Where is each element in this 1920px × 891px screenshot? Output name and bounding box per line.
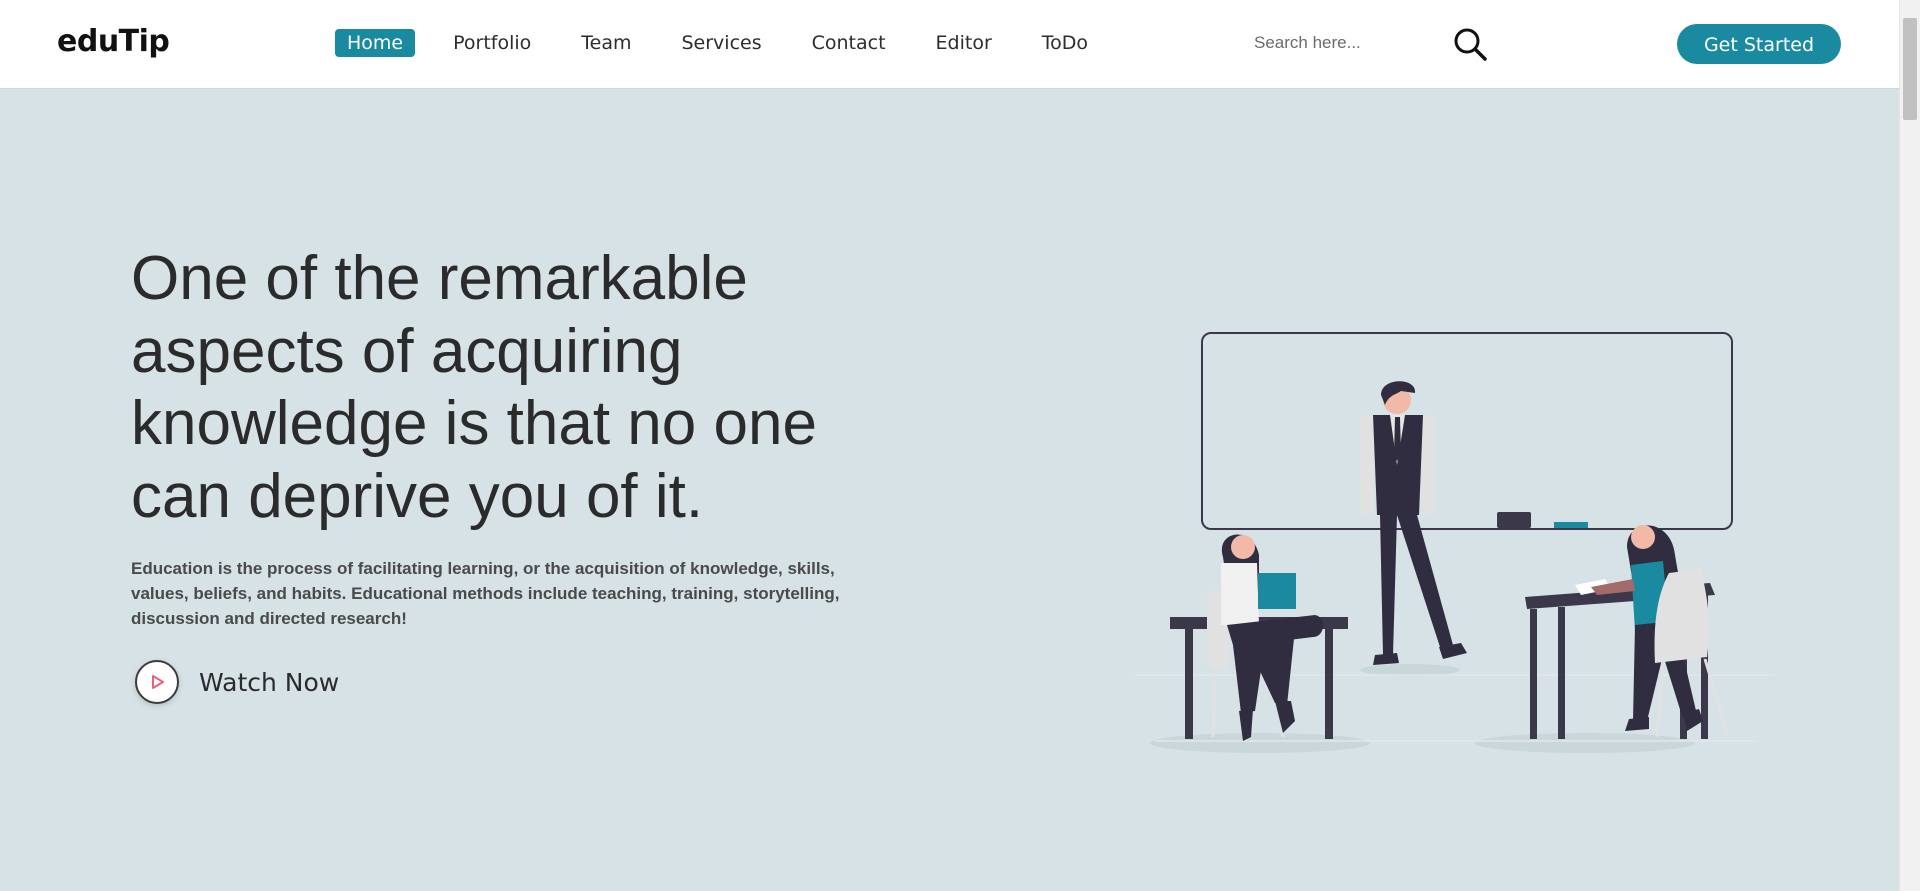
- get-started-button[interactable]: Get Started: [1677, 24, 1841, 64]
- watch-now-label: Watch Now: [199, 667, 340, 697]
- nav-item-home[interactable]: Home: [335, 29, 416, 57]
- hero-description: Education is the process of facilitating…: [131, 559, 840, 628]
- watch-now-button[interactable]: Watch Now: [135, 660, 339, 704]
- nav-item-contact[interactable]: Contact: [800, 29, 898, 57]
- main-nav: Home Portfolio Team Services Contact Edi…: [335, 29, 1126, 57]
- search-input[interactable]: [1238, 28, 1438, 58]
- site-header: eduTip Home Portfolio Team Services Cont…: [0, 0, 1899, 89]
- play-button[interactable]: [135, 660, 179, 704]
- nav-item-todo[interactable]: ToDo: [1030, 29, 1100, 57]
- play-icon: [152, 675, 164, 689]
- hero-heading: One of the remarkable aspects of acquiri…: [131, 244, 817, 531]
- site-logo[interactable]: eduTip: [57, 24, 170, 59]
- nav-item-services[interactable]: Services: [670, 29, 774, 57]
- page-scrollbar[interactable]: [1899, 0, 1920, 891]
- nav-item-portfolio[interactable]: Portfolio: [441, 29, 543, 57]
- scrollbar-thumb[interactable]: [1903, 18, 1917, 120]
- classroom-illustration: [1135, 332, 1775, 753]
- nav-item-editor[interactable]: Editor: [924, 29, 1004, 57]
- search-icon[interactable]: [1452, 26, 1488, 62]
- nav-item-team[interactable]: Team: [569, 29, 643, 57]
